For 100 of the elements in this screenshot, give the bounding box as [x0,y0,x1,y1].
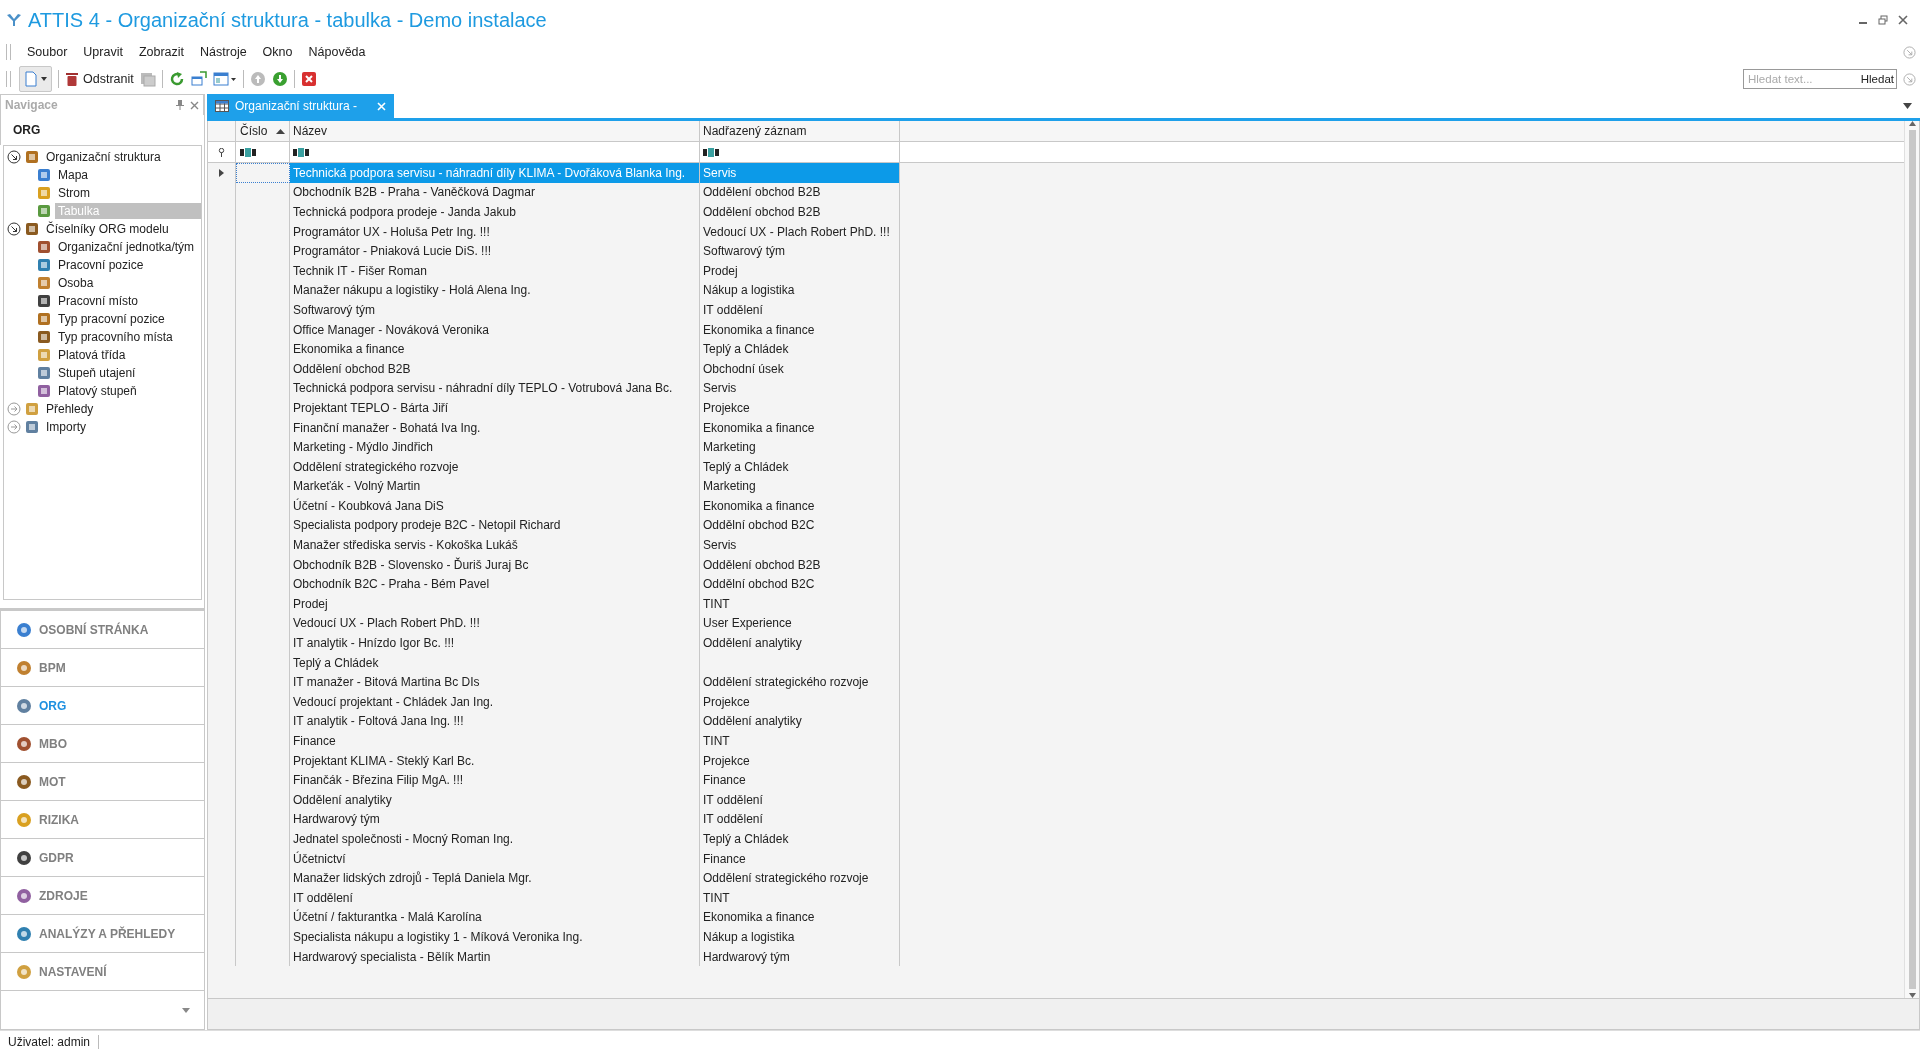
table-cell: Finance [290,731,700,751]
table-cell: Softwarový tým [290,300,700,320]
search-button[interactable]: Hledat [1860,73,1894,85]
table-cell: Oddělení strategického rozvoje [700,672,900,693]
expand-icon[interactable] [7,420,21,434]
item-icon [36,203,52,219]
new-dropdown-button[interactable] [19,66,52,92]
tree-item[interactable]: Číselníky ORG modelu [43,221,172,237]
module-item[interactable]: BPM [1,649,204,687]
table-cell: TINT [700,594,900,614]
table-cell: Ekonomika a finance [290,339,700,359]
module-item[interactable]: MOT [1,763,204,801]
documents-icon[interactable] [139,71,156,87]
table-cell: Servis [700,535,900,555]
tree-item[interactable]: Mapa [55,167,92,183]
tree-item[interactable]: Stupeň utajení [55,365,139,381]
tree-item[interactable]: Typ pracovního místa [55,329,176,345]
table-cell: Marketing - Mýdlo Jindřich [290,437,700,457]
module-item[interactable]: MBO [1,725,204,763]
tree-item[interactable]: Organizační jednotka/tým [55,239,198,255]
tree-item[interactable]: Strom [55,185,93,201]
module-item[interactable]: GDPR [1,839,204,877]
menu-item[interactable]: Zobrazit [130,43,193,61]
module-item[interactable]: NASTAVENÍ [1,953,204,991]
module-icon [15,772,33,791]
menu-item[interactable]: Upravit [75,43,131,61]
table-cell: User Experience [700,613,900,634]
tree-item[interactable]: Platový stupeň [55,383,140,399]
module-item[interactable]: RIZIKA [1,801,204,839]
table-cell: Nákup a logistika [700,927,900,947]
scroll-up-icon[interactable] [1908,121,1916,126]
table-cell: Programátor UX - Holuša Petr Ing. !!! [290,221,700,242]
tree-item[interactable]: Organizační struktura [43,149,164,165]
table-cell: Technická podpora prodeje - Janda Jakub [290,202,700,222]
table-cell: Obchodník B2B - Slovensko - Ďuriš Juraj Bc [290,554,700,575]
tree-item[interactable]: Přehledy [43,401,97,417]
tree-item[interactable]: Pracovní místo [55,293,142,309]
expand-icon[interactable] [7,402,21,416]
module-item[interactable]: ZDROJE [1,877,204,915]
cancel-icon[interactable] [300,71,317,87]
item-icon [36,185,52,201]
scrollbar-thumb[interactable] [1908,130,1916,989]
module-icon [15,886,33,905]
close-icon[interactable] [190,100,199,110]
window-icon[interactable] [190,71,207,87]
text-filter-icon[interactable] [240,147,256,157]
panel-title: Navigace [5,98,59,112]
close-icon[interactable] [1898,15,1908,25]
table-cell: TINT [700,887,900,908]
text-filter-icon[interactable] [703,147,719,157]
item-icon [24,221,40,237]
menu-item[interactable]: Soubor [19,43,76,61]
table-cell: Finance [700,848,900,869]
filter-pin-icon[interactable] [218,147,225,157]
table-cell: Technická podpora servisu - náhradní díly KLIMA - Dvořáková Blanka Ing. [290,163,700,183]
table-cell: Účetní / fakturantka - Malá Karolína [290,907,700,928]
table-cell: Technická podpora servisu - náhradní díly TEPLO - Votrubová Jana Bc. [290,378,700,399]
item-icon [24,149,40,165]
tree-item[interactable]: Importy [43,419,89,435]
section-heading: ORG [13,123,41,137]
menu-item[interactable]: Nástroje [192,43,255,61]
menu-item[interactable]: Okno [254,43,301,61]
module-item[interactable]: ORG [1,687,204,725]
table-cell: Hardwarový tým [700,946,900,967]
item-icon [36,311,52,327]
table-cell: Účetnictví [290,848,700,869]
focused-cell[interactable] [236,163,290,183]
column-header[interactable]: Nadřazený záznam [700,121,900,141]
column-header[interactable]: Název [290,121,700,141]
restore-icon[interactable] [1878,15,1888,25]
table-cell: Nákup a logistika [700,280,900,301]
refresh-icon[interactable] [168,71,185,87]
menu-item[interactable]: Nápověda [300,43,374,61]
table-cell: Projekce [700,398,900,418]
search-field[interactable]: Hledat text... Hledat [1743,69,1897,89]
collapse-icon[interactable] [7,150,21,164]
tree-item[interactable]: Pracovní pozice [55,257,147,273]
pin-icon[interactable] [176,100,184,110]
text-filter-icon[interactable] [293,147,309,157]
up-circle-icon[interactable] [249,71,266,87]
table-cell: Hardwarový tým [290,809,700,830]
tree-item[interactable]: Platová třída [55,347,129,363]
table-cell: Obchodní úsek [700,358,900,379]
column-header[interactable]: Číslo [236,121,290,141]
table-cell: Office Manager - Nováková Veronika [290,319,700,340]
module-item[interactable]: OSOBNÍ STRÁNKA [1,611,204,649]
table-cell: Manažer nákupu a logistiky - Holá Alena Ing. [290,280,700,301]
item-icon [36,257,52,273]
delete-button[interactable]: Odstranit [65,71,134,87]
down-circle-icon[interactable] [271,71,288,87]
module-item[interactable]: ANALÝZY A PŘEHLEDY [1,915,204,953]
table-cell: Oddělení analytiky [700,633,900,653]
table-cell: Oddělení obchod B2B [700,554,900,575]
module-icon [15,696,33,715]
tree-item[interactable]: Typ pracovní pozice [55,311,168,327]
trash-icon [65,71,79,87]
table-cell: Oddělení obchod B2B [290,358,700,379]
tree-item[interactable]: Osoba [55,275,97,291]
collapse-icon[interactable] [7,222,21,236]
layout-dropdown-icon[interactable] [212,71,237,87]
